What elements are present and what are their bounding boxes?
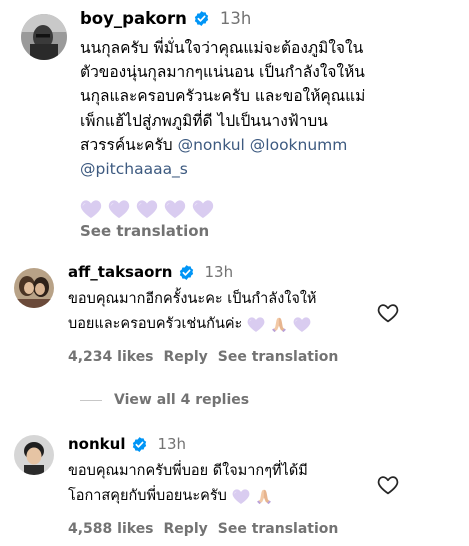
comment-text-line: ขอบคุณมากครับพี่บอย ดีใจมากๆที่ได้มี: [68, 463, 308, 479]
praying-hands-icon: [255, 488, 273, 505]
comment-text-line: @pitchaaaa_s: [80, 157, 365, 181]
timestamp: 13h: [204, 263, 234, 281]
reply-button[interactable]: Reply: [164, 521, 208, 537]
purple-heart-icon: [164, 199, 186, 219]
comment-header: aff_taksaorn 13h: [68, 263, 233, 281]
verified-badge-icon: [131, 436, 148, 453]
purple-heart-icon: [136, 199, 158, 219]
timestamp: 13h: [219, 9, 252, 28]
comment-text-line: สวรรค์นะครับ @nonkul @looknumm: [80, 133, 365, 157]
comment-text-line: เพ็กแฮ้ไปสู่ภพภูมิที่ดี ไปเป็นนางฟ้าบน: [80, 111, 328, 130]
see-translation-button[interactable]: See translation: [218, 521, 339, 537]
username[interactable]: nonkul: [68, 435, 125, 453]
comment-text-line: ตัวของนุ่นกุลมากๆแน่นอน เป็นกำลังใจให้น: [80, 63, 365, 82]
view-replies-button[interactable]: View all 4 replies: [80, 392, 249, 408]
likes-count[interactable]: 4,588 likes: [68, 521, 154, 537]
comment-text-line: นกุลและครอบครัวนะครับ และขอให้คุณแม่: [80, 87, 366, 106]
mention-link[interactable]: @looknumm: [250, 136, 348, 154]
like-heart-icon[interactable]: [377, 475, 399, 495]
comment-body: นนกุลครับ พี่มั่นใจว่าคุณแม่จะต้องภูมิใจ…: [80, 36, 365, 181]
comment-text-line: บอยและครอบครัวเช่นกันค่ะ: [68, 313, 311, 335]
comment-text-line: ขอบคุณมากอีกครั้งนะคะ เป็นกำลังใจให้: [68, 291, 317, 307]
reply-comment: aff_taksaorn 13h ขอบคุณมากอีกครั้งนะคะ เ…: [0, 258, 469, 380]
divider: [80, 399, 102, 401]
purple-heart-icon: [108, 199, 130, 219]
comment-meta: 4,588 likes Reply See translation: [68, 521, 338, 537]
comment-header: boy_pakorn 13h: [80, 9, 251, 28]
comment-meta: 4,234 likes Reply See translation: [68, 349, 338, 365]
username[interactable]: aff_taksaorn: [68, 263, 172, 281]
purple-heart-icon: [192, 199, 214, 219]
comment-header: nonkul 13h: [68, 435, 186, 453]
see-translation-button[interactable]: See translation: [218, 349, 339, 365]
avatar[interactable]: [14, 435, 54, 475]
avatar[interactable]: [14, 268, 54, 308]
purple-heart-icon: [80, 199, 102, 219]
reply-comment: nonkul 13h ขอบคุณมากครับพี่บอย ดีใจมากๆท…: [0, 430, 469, 546]
purple-heart-icon: [232, 488, 250, 505]
reply-button[interactable]: Reply: [164, 349, 208, 365]
emoji-row: [80, 199, 214, 219]
comment-text-segment: สวรรค์นะครับ: [80, 135, 173, 154]
mention-link[interactable]: @nonkul: [178, 136, 245, 154]
timestamp: 13h: [157, 435, 187, 453]
purple-heart-icon: [293, 316, 311, 333]
view-replies-label: View all 4 replies: [114, 392, 250, 408]
verified-badge-icon: [178, 264, 195, 281]
comment-text-line: โอกาสคุยกับพี่บอยนะครับ: [68, 485, 273, 507]
main-comment: boy_pakorn 13h นนกุลครับ พี่มั่นใจว่าคุณ…: [0, 0, 469, 250]
comment-text-segment: โอกาสคุยกับพี่บอยนะครับ: [68, 488, 227, 504]
avatar[interactable]: [21, 14, 67, 60]
see-translation-button[interactable]: See translation: [80, 222, 209, 240]
comment-text-segment: บอยและครอบครัวเช่นกันค่ะ: [68, 316, 243, 332]
verified-badge-icon: [193, 10, 210, 27]
likes-count[interactable]: 4,234 likes: [68, 349, 154, 365]
mention-link[interactable]: @pitchaaaa_s: [80, 160, 188, 178]
praying-hands-icon: [270, 316, 288, 333]
purple-heart-icon: [247, 316, 265, 333]
comment-text-line: นนกุลครับ พี่มั่นใจว่าคุณแม่จะต้องภูมิใจ…: [80, 39, 364, 57]
username[interactable]: boy_pakorn: [80, 9, 187, 28]
like-heart-icon[interactable]: [377, 303, 399, 323]
